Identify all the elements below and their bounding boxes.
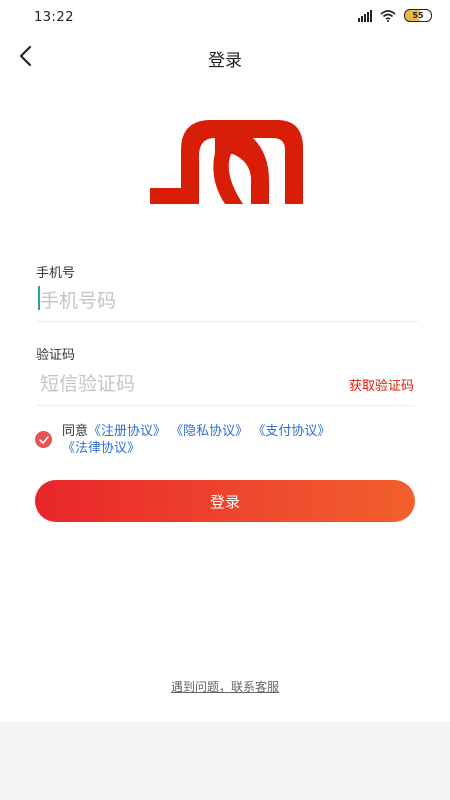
agreement-prefix: 同意 [62, 424, 89, 439]
register-agreement-link[interactable]: 《注册协议》 [88, 424, 166, 439]
code-divider [36, 405, 414, 406]
code-label: 验证码 [36, 348, 76, 363]
elephant-logo-icon [150, 120, 303, 204]
battery-icon: 55 [404, 9, 432, 22]
contact-support-link[interactable]: 遇到问题，联系客服 [0, 678, 450, 695]
login-button[interactable]: 登录 [35, 480, 415, 522]
status-time: 13:22 [34, 10, 74, 25]
text-caret [38, 286, 40, 310]
sms-code-input[interactable] [36, 364, 340, 404]
payment-agreement-link[interactable]: 《支付协议》 [252, 424, 330, 439]
agree-checkbox[interactable] [35, 431, 52, 448]
bottom-area [0, 722, 450, 800]
check-icon [38, 435, 49, 444]
wifi-icon [380, 9, 396, 22]
privacy-agreement-link[interactable]: 《隐私协议》 [170, 424, 248, 439]
status-bar: 13:22 55 [0, 0, 450, 34]
phone-input[interactable] [36, 281, 418, 322]
get-code-button[interactable]: 获取验证码 [349, 375, 414, 394]
agreement-text: 同意《注册协议》 《隐私协议》 《支付协议》《法律协议》 [62, 423, 382, 457]
legal-agreement-link[interactable]: 《法律协议》 [62, 441, 140, 456]
signal-icon [358, 9, 372, 22]
status-icons: 55 [358, 9, 432, 22]
nav-bar: 登录 [0, 34, 450, 78]
page-title: 登录 [208, 51, 242, 71]
phone-label: 手机号 [36, 266, 76, 281]
